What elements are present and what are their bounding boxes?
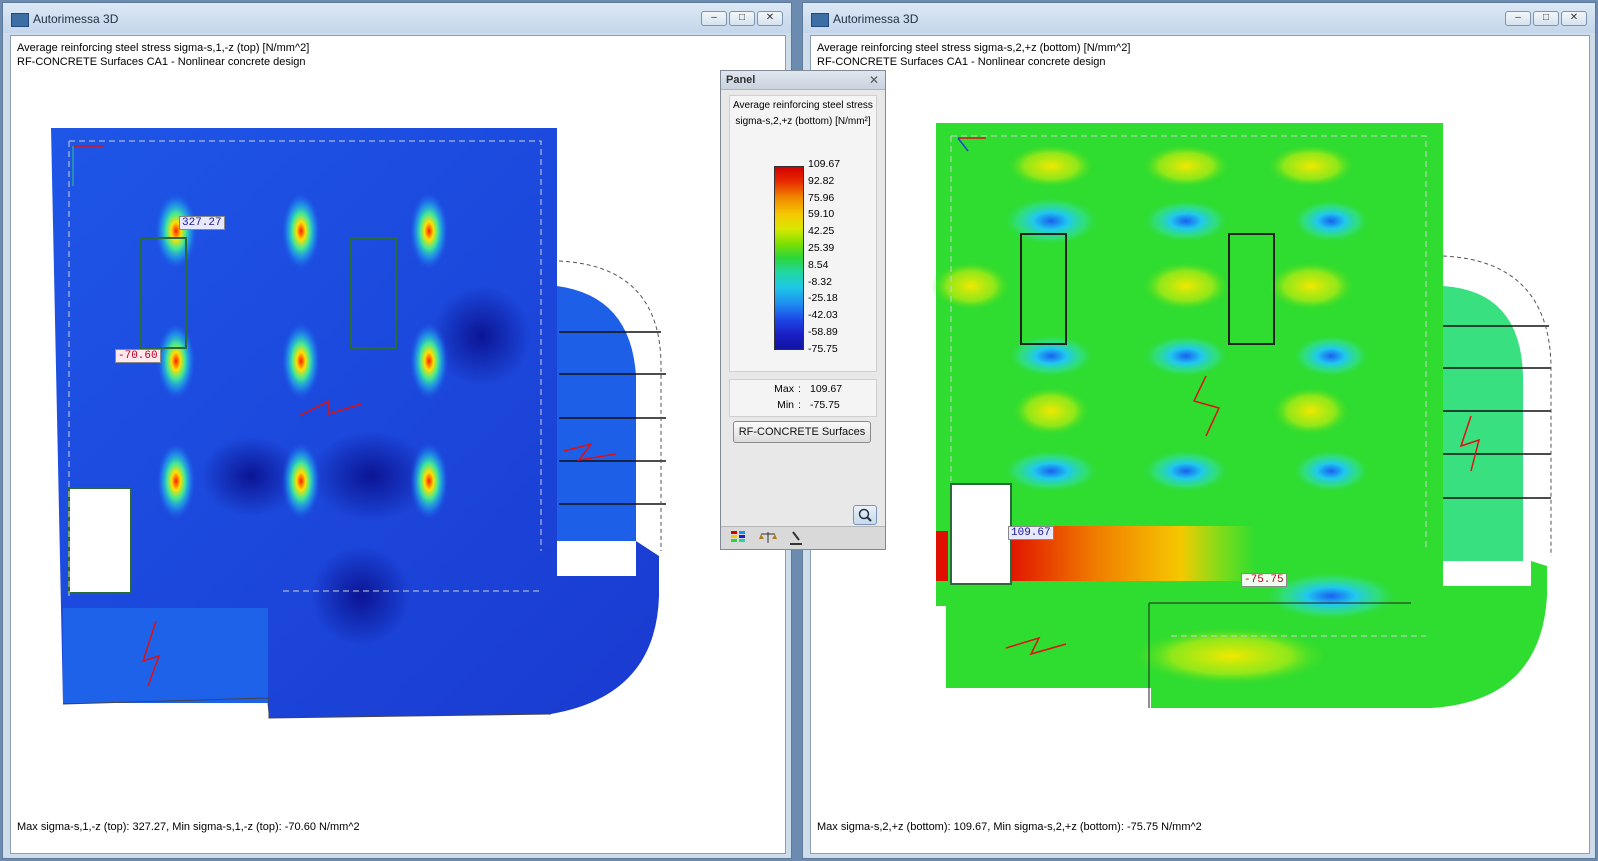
color-scale-tab-icon[interactable] bbox=[729, 530, 747, 545]
scale-tick-label: -25.18 bbox=[808, 292, 838, 305]
scale-tick-label: -42.03 bbox=[808, 309, 838, 322]
min-value-tag: -70.60 bbox=[115, 349, 161, 363]
min-value: -75.75 bbox=[810, 399, 840, 411]
scale-tick-label: 59.10 bbox=[808, 208, 835, 221]
right-viewport[interactable]: Average reinforcing steel stress sigma-s… bbox=[810, 35, 1590, 854]
right-stress-plot bbox=[931, 123, 1552, 708]
scale-tick-label: 25.39 bbox=[808, 242, 835, 254]
left-titlebar[interactable]: Autorimessa 3D – □ ✕ bbox=[3, 3, 791, 33]
max-value: 109.67 bbox=[810, 383, 843, 395]
scale-tick-label: -8.32 bbox=[808, 275, 832, 288]
panel-header[interactable]: Panel ✕ bbox=[721, 71, 885, 90]
magnifier-icon[interactable] bbox=[853, 505, 877, 525]
left-stress-plot bbox=[51, 128, 666, 719]
app-icon bbox=[811, 13, 829, 27]
legend-box: Average reinforcing steel stress sigma-s… bbox=[729, 95, 877, 372]
minimize-icon[interactable]: – bbox=[701, 11, 727, 26]
rf-concrete-surfaces-button[interactable]: RF-CONCRETE Surfaces bbox=[733, 421, 871, 443]
close-icon[interactable]: ✕ bbox=[869, 73, 879, 87]
color-panel[interactable]: Panel ✕ Average reinforcing steel stress… bbox=[720, 70, 886, 550]
legend-label-line1: Average reinforcing steel stress bbox=[733, 100, 873, 111]
right-titlebar[interactable]: Autorimessa 3D – □ ✕ bbox=[803, 3, 1595, 33]
right-model-window[interactable]: Autorimessa 3D – □ ✕ Average reinforcing… bbox=[802, 2, 1596, 859]
slab-curved bbox=[557, 286, 636, 541]
window-title: Autorimessa 3D bbox=[33, 12, 119, 26]
status-line: Max sigma-s,2,+z (bottom): 109.67, Min s… bbox=[817, 821, 1202, 833]
window-title: Autorimessa 3D bbox=[833, 12, 919, 26]
max-value-tag: 109.67 bbox=[1008, 526, 1054, 540]
scale-tick-label: 92.82 bbox=[808, 174, 835, 187]
scale-tick-label: 109.67 bbox=[808, 158, 841, 170]
panel-tabbar bbox=[721, 526, 885, 549]
panel-title: Panel bbox=[726, 74, 756, 86]
close-icon[interactable]: ✕ bbox=[1561, 11, 1587, 26]
close-icon[interactable]: ✕ bbox=[757, 11, 783, 26]
scale-tick-label: -58.89 bbox=[808, 326, 838, 338]
legend-label-line2: sigma-s,2,+z (bottom) [N/mm²] bbox=[735, 116, 871, 127]
left-model-window[interactable]: Autorimessa 3D – □ ✕ Average reinforcing… bbox=[2, 2, 792, 859]
min-key: Min bbox=[777, 399, 794, 411]
color-scale[interactable] bbox=[774, 166, 804, 350]
scale-tick-label: 75.96 bbox=[808, 191, 835, 204]
scale-tick-label: 42.25 bbox=[808, 225, 835, 238]
max-key: Max bbox=[774, 383, 794, 395]
left-viewport[interactable]: Average reinforcing steel stress sigma-s… bbox=[10, 35, 786, 854]
maximize-icon[interactable]: □ bbox=[1533, 11, 1559, 26]
balance-tab-icon[interactable] bbox=[759, 530, 777, 545]
min-value-tag: -75.75 bbox=[1241, 573, 1287, 587]
scale-tick-label: -75.75 bbox=[808, 342, 838, 355]
maximize-icon[interactable]: □ bbox=[729, 11, 755, 26]
app-icon bbox=[11, 13, 29, 27]
min-max-box: Max : 109.67 Min : -75.75 bbox=[729, 379, 877, 417]
minimize-icon[interactable]: – bbox=[1505, 11, 1531, 26]
max-value-tag: 327.27 bbox=[179, 216, 225, 230]
scale-tick-label: 8.54 bbox=[808, 258, 829, 271]
status-line: Max sigma-s,1,-z (top): 327.27, Min sigm… bbox=[17, 821, 360, 833]
slab-curved bbox=[1443, 286, 1523, 561]
microscope-tab-icon[interactable] bbox=[787, 530, 805, 545]
